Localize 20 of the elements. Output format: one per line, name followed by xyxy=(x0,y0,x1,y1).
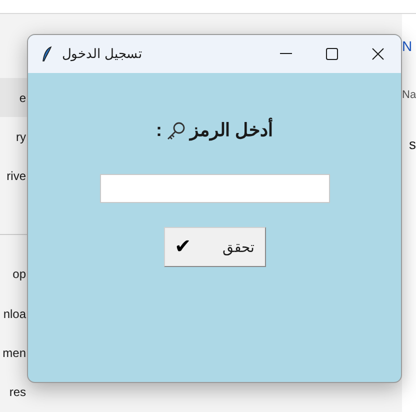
window-title: تسجيل الدخول xyxy=(62,45,143,64)
key-icon xyxy=(166,120,186,140)
sidebar-item[interactable]: men xyxy=(0,333,27,373)
column-header: Na xyxy=(402,88,416,103)
sidebar-item[interactable]: nloa xyxy=(0,294,27,334)
maximize-icon xyxy=(326,48,338,60)
verify-button[interactable]: ✔ تحقق xyxy=(164,227,266,267)
toolbar-text: N xyxy=(402,37,414,56)
feather-icon xyxy=(42,46,52,62)
code-input-field[interactable] xyxy=(100,174,330,203)
sidebar-item[interactable]: e xyxy=(0,78,27,118)
minimize-icon xyxy=(280,53,292,55)
sidebar-item[interactable]: op xyxy=(0,254,27,294)
sidebar-item[interactable]: ry xyxy=(0,117,27,157)
prompt-colon: : xyxy=(156,119,162,142)
file-name: s xyxy=(408,134,416,154)
sidebar-item[interactable]: rive xyxy=(0,156,27,196)
close-icon xyxy=(372,48,384,60)
sidebar-item[interactable]: res xyxy=(0,372,27,412)
prompt-label: أدخل الرمز xyxy=(190,117,273,144)
